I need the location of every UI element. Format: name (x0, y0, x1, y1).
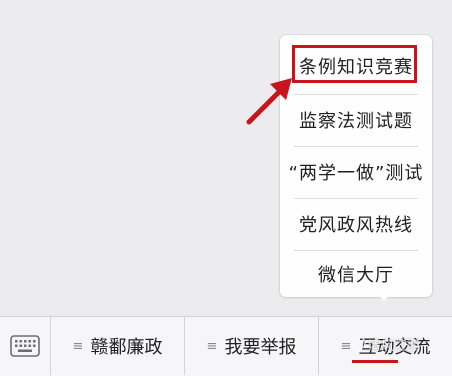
menu-item-two-studies-test[interactable]: “两学一做”测试 (280, 146, 432, 198)
highlight-box (292, 45, 417, 83)
menu-item-supervision-law-test[interactable]: 监察法测试题 (280, 94, 432, 146)
bottom-menu-label: 赣鄱廉政 (90, 337, 163, 358)
keyboard-toggle-button[interactable] (0, 317, 50, 375)
popup-caret (376, 292, 392, 301)
bottom-menu-report[interactable]: ≡ 我要举报 (185, 317, 318, 375)
menu-item-wechat-hall[interactable]: 微信大厅 (280, 248, 432, 300)
menu-lines-icon: ≡ (72, 338, 84, 354)
bottom-menu-lianzheng[interactable]: ≡ 赣鄱廉政 (51, 317, 184, 375)
menu-lines-icon: ≡ (340, 338, 352, 354)
active-underline (352, 360, 398, 363)
menu-item-hotline[interactable]: 党风政风热线 (280, 198, 432, 250)
menu-item-label: 微信大厅 (318, 265, 394, 286)
menu-item-label: “两学一做”测试 (288, 163, 424, 184)
watermark-logo-icon (352, 336, 366, 350)
menu-lines-icon: ≡ (206, 338, 218, 354)
annotation-arrow-icon (246, 78, 292, 125)
watermark-text: 清风江西 (368, 339, 421, 354)
keyboard-icon (10, 335, 40, 357)
menu-item-label: 监察法测试题 (299, 111, 413, 132)
bottom-menu-label: 我要举报 (224, 337, 297, 358)
menu-item-label: 党风政风热线 (299, 215, 413, 236)
